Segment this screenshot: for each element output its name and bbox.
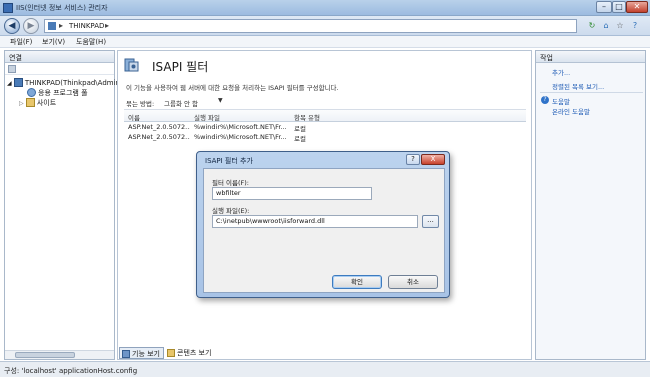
actions-divider bbox=[540, 92, 643, 93]
action-sorted-list[interactable]: 정렬된 목록 보기... bbox=[552, 81, 604, 91]
view-tabs: 기능 보기 콘텐츠 보기 bbox=[117, 346, 532, 360]
executable-input[interactable]: C:\inetpub\wwwroot\iisforward.dll bbox=[212, 215, 418, 228]
app-pool-icon bbox=[27, 88, 36, 97]
connections-header: 연결 bbox=[5, 51, 114, 63]
connections-panel: 연결 ◢ THINKPAD(Thinkpad\Admin 응용 프로그램 풀 ▷… bbox=[4, 50, 120, 360]
ok-button[interactable]: 확인 bbox=[332, 275, 382, 289]
title-bar: IIS(인터넷 정보 서비스) 관리자 – □ ✕ bbox=[0, 0, 650, 16]
tree-item-label: 사이트 bbox=[36, 99, 57, 107]
star-icon[interactable]: ☆ bbox=[615, 21, 625, 31]
group-by: 묶는 방법: 그룹화 안 함 ▼ bbox=[126, 97, 223, 108]
isapi-filter-icon bbox=[124, 58, 139, 72]
tab-label: 콘텐츠 보기 bbox=[177, 349, 212, 357]
action-online-help[interactable]: 온라인 도움말 bbox=[552, 106, 590, 116]
table-row[interactable]: ASP.Net_2.0.5072... %windir%\Microsoft.N… bbox=[124, 132, 526, 143]
group-by-label: 묶는 방법: bbox=[126, 100, 155, 108]
connect-icon[interactable] bbox=[8, 65, 16, 73]
cell-name: ASP.Net_2.0.5072... bbox=[128, 123, 190, 131]
tree-item-label: THINKPAD(Thinkpad\Admin bbox=[24, 79, 120, 87]
cell-name: ASP.Net_2.0.5072... bbox=[128, 133, 190, 141]
column-entry-type[interactable]: 항목 유형 bbox=[294, 112, 320, 122]
window-title: IIS(인터넷 정보 서비스) 관리자 bbox=[16, 4, 108, 12]
dialog-title: ISAPI 필터 추가 bbox=[205, 157, 253, 165]
action-add[interactable]: 추가... bbox=[552, 67, 570, 77]
dialog-close-button[interactable]: X bbox=[421, 154, 445, 165]
connections-toolbar bbox=[5, 63, 114, 75]
breadcrumb-separator: ▸ bbox=[105, 21, 110, 30]
minimize-button[interactable]: – bbox=[596, 1, 612, 13]
cell-executable: %windir%\Microsoft.NET\Fr... bbox=[194, 133, 287, 141]
address-input[interactable]: ▸ THINKPAD ▸ bbox=[44, 19, 577, 33]
status-text: 구성: 'localhost' applicationHost.config bbox=[4, 367, 138, 375]
refresh-icon[interactable]: ↻ bbox=[587, 21, 597, 31]
page-title: ISAPI 필터 bbox=[152, 60, 209, 74]
table-row[interactable]: ASP.Net_2.0.5072... %windir%\Microsoft.N… bbox=[124, 122, 526, 133]
iis-app-icon bbox=[3, 3, 13, 13]
menu-view[interactable]: 보기(V) bbox=[42, 37, 65, 47]
folder-icon bbox=[25, 98, 35, 107]
help-icon[interactable]: ? bbox=[630, 21, 640, 31]
add-isapi-filter-dialog: ISAPI 필터 추가 ? X 필터 이름(F): wbfilter 실행 파일… bbox=[196, 151, 450, 298]
action-help[interactable]: 도움말 bbox=[552, 96, 570, 106]
maximize-button[interactable]: □ bbox=[612, 1, 626, 13]
breadcrumb-thinkpad[interactable]: THINKPAD bbox=[69, 22, 104, 30]
cancel-button[interactable]: 취소 bbox=[388, 275, 438, 289]
back-button[interactable]: ◀ bbox=[4, 18, 20, 34]
breadcrumb-separator: ▸ bbox=[59, 21, 64, 30]
menu-help[interactable]: 도움말(H) bbox=[76, 37, 106, 47]
filters-table: 이름 실행 파일 항목 유형 ASP.Net_2.0.5072... %wind… bbox=[124, 109, 526, 143]
actions-panel: 작업 추가... 정렬된 목록 보기... ? 도움말 온라인 도움말 bbox=[535, 50, 646, 360]
chevron-down-icon[interactable]: ▼ bbox=[218, 97, 223, 104]
tree-item-app-pools[interactable]: 응용 프로그램 풀 bbox=[27, 88, 88, 98]
server-icon bbox=[13, 78, 23, 87]
tab-label: 기능 보기 bbox=[132, 350, 160, 358]
expand-icon[interactable]: ▷ bbox=[19, 100, 24, 107]
server-icon bbox=[48, 22, 56, 30]
cell-entry-type: 로컬 bbox=[294, 135, 306, 143]
address-bar: ◀ ▶ ▸ THINKPAD ▸ ↻ ⌂ ☆ ? bbox=[0, 16, 650, 36]
close-button[interactable]: ✕ bbox=[626, 1, 648, 13]
menu-bar: 파일(F) 보기(V) 도움말(H) bbox=[0, 36, 650, 48]
table-header: 이름 실행 파일 항목 유형 bbox=[124, 110, 526, 122]
horizontal-scrollbar[interactable] bbox=[5, 350, 114, 359]
dialog-help-button[interactable]: ? bbox=[406, 154, 420, 165]
page-description: 이 기능을 사용하여 웹 서버에 대한 요청을 처리하는 ISAPI 필터를 구… bbox=[126, 84, 339, 92]
tree-item-sites[interactable]: ▷ 사이트 bbox=[19, 98, 56, 108]
home-icon[interactable]: ⌂ bbox=[601, 21, 611, 31]
menu-file[interactable]: 파일(F) bbox=[10, 37, 32, 47]
column-name[interactable]: 이름 bbox=[128, 112, 140, 122]
content-view-icon bbox=[167, 349, 175, 357]
help-icon: ? bbox=[541, 96, 549, 104]
tab-content-view[interactable]: 콘텐츠 보기 bbox=[165, 347, 211, 359]
scrollbar-thumb[interactable] bbox=[15, 352, 75, 358]
executable-label: 실행 파일(E): bbox=[212, 207, 250, 215]
collapse-icon[interactable]: ◢ bbox=[7, 80, 12, 87]
forward-button[interactable]: ▶ bbox=[23, 18, 39, 34]
dialog-body: 필터 이름(F): wbfilter 실행 파일(E): C:\inetpub\… bbox=[203, 168, 445, 293]
tree-item-label: 응용 프로그램 풀 bbox=[38, 89, 88, 97]
cell-executable: %windir%\Microsoft.NET\Fr... bbox=[194, 123, 287, 131]
tab-features-view[interactable]: 기능 보기 bbox=[119, 347, 164, 359]
status-bar: 구성: 'localhost' applicationHost.config bbox=[0, 361, 650, 377]
features-view-icon bbox=[122, 350, 130, 358]
group-by-dropdown[interactable]: 그룹화 안 함 bbox=[164, 98, 234, 108]
filter-name-input[interactable]: wbfilter bbox=[212, 187, 372, 200]
column-executable[interactable]: 실행 파일 bbox=[194, 112, 220, 122]
tree-item-server[interactable]: ◢ THINKPAD(Thinkpad\Admin bbox=[7, 78, 120, 87]
browse-button[interactable]: ... bbox=[422, 215, 439, 228]
filter-name-label: 필터 이름(F): bbox=[212, 179, 249, 187]
actions-header: 작업 bbox=[536, 51, 645, 63]
